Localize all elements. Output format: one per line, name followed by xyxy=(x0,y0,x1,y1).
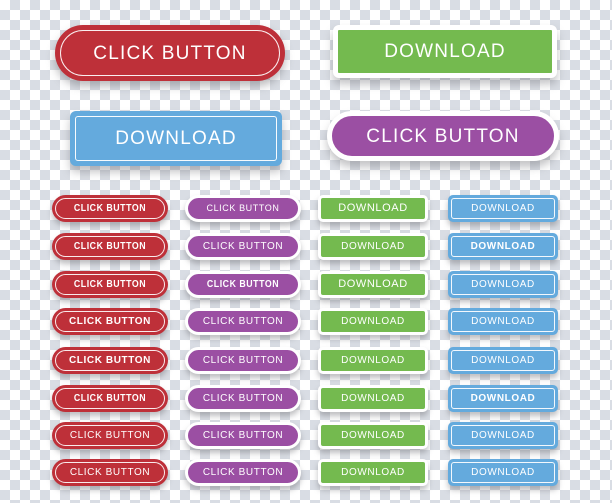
list-item[interactable]: DOWNLOAD xyxy=(448,308,558,335)
blue-cell-label-7: DOWNLOAD xyxy=(471,429,535,441)
button-set-canvas: CLICK BUTTON DOWNLOAD DOWNLOAD CLICK BUT… xyxy=(0,0,612,503)
green-cell-label-6: DOWNLOAD xyxy=(341,392,405,404)
list-item[interactable]: DOWNLOAD xyxy=(448,233,558,260)
red-cell-label-3: CLICK BUTTON xyxy=(73,278,147,290)
list-item[interactable]: CLICK BUTTON xyxy=(52,347,168,374)
red-cell-label-1: CLICK BUTTON xyxy=(73,202,147,214)
list-item[interactable]: CLICK BUTTON xyxy=(52,233,168,260)
list-item[interactable]: CLICK BUTTON xyxy=(52,308,168,335)
green-cell-label-7: DOWNLOAD xyxy=(341,429,405,441)
list-item[interactable]: CLICK BUTTON xyxy=(52,271,168,298)
purple-cell-label-3: CLICK BUTTON xyxy=(206,278,280,290)
blue-cell-label-3: DOWNLOAD xyxy=(471,278,535,290)
blue-cell-label-6: DOWNLOAD xyxy=(470,392,536,404)
hero-purple-label: CLICK BUTTON xyxy=(366,125,520,147)
hero-red-label: CLICK BUTTON xyxy=(93,42,247,64)
list-item[interactable]: CLICK BUTTON xyxy=(185,422,301,449)
hero-click-button-purple[interactable]: CLICK BUTTON xyxy=(327,111,559,161)
blue-cell-label-8: DOWNLOAD xyxy=(471,466,535,478)
red-cell-label-8: CLICK BUTTON xyxy=(69,466,151,478)
list-item[interactable]: DOWNLOAD xyxy=(318,195,428,222)
red-cell-label-2: CLICK BUTTON xyxy=(73,240,147,252)
list-item[interactable]: DOWNLOAD xyxy=(448,195,558,222)
list-item[interactable]: DOWNLOAD xyxy=(318,385,428,412)
hero-green-label: DOWNLOAD xyxy=(384,41,506,62)
list-item[interactable]: CLICK BUTTON xyxy=(52,195,168,222)
blue-cell-label-4: DOWNLOAD xyxy=(471,315,535,327)
green-cell-label-4: DOWNLOAD xyxy=(341,315,405,327)
list-item[interactable]: DOWNLOAD xyxy=(318,347,428,374)
list-item[interactable]: CLICK BUTTON xyxy=(52,385,168,412)
list-item[interactable]: CLICK BUTTON xyxy=(185,459,301,486)
purple-cell-label-4: CLICK BUTTON xyxy=(202,315,284,327)
blue-cell-label-1: DOWNLOAD xyxy=(471,202,535,214)
list-item[interactable]: CLICK BUTTON xyxy=(185,308,301,335)
green-cell-label-2: DOWNLOAD xyxy=(341,240,405,252)
purple-cell-label-2: CLICK BUTTON xyxy=(202,240,284,252)
red-cell-label-4: CLICK BUTTON xyxy=(68,315,151,327)
list-item[interactable]: CLICK BUTTON xyxy=(185,347,301,374)
list-item[interactable]: DOWNLOAD xyxy=(448,385,558,412)
list-item[interactable]: DOWNLOAD xyxy=(318,308,428,335)
list-item[interactable]: CLICK BUTTON xyxy=(185,271,301,298)
blue-cell-label-5: DOWNLOAD xyxy=(471,354,535,366)
list-item[interactable]: CLICK BUTTON xyxy=(52,459,168,486)
list-item[interactable]: DOWNLOAD xyxy=(448,271,558,298)
green-cell-label-5: DOWNLOAD xyxy=(341,354,405,366)
purple-cell-label-1: CLICK BUTTON xyxy=(206,203,280,213)
red-cell-label-7: CLICK BUTTON xyxy=(69,429,151,441)
list-item[interactable]: DOWNLOAD xyxy=(318,422,428,449)
list-item[interactable]: DOWNLOAD xyxy=(448,422,558,449)
green-cell-label-1: DOWNLOAD xyxy=(338,202,408,214)
list-item[interactable]: DOWNLOAD xyxy=(448,459,558,486)
list-item[interactable]: DOWNLOAD xyxy=(318,459,428,486)
purple-cell-label-5: CLICK BUTTON xyxy=(202,354,284,366)
hero-click-button-red[interactable]: CLICK BUTTON xyxy=(55,25,285,81)
hero-blue-label: DOWNLOAD xyxy=(115,128,237,149)
list-item[interactable]: DOWNLOAD xyxy=(318,233,428,260)
list-item[interactable]: DOWNLOAD xyxy=(448,347,558,374)
hero-download-button-green[interactable]: DOWNLOAD xyxy=(333,25,557,78)
green-cell-label-3: DOWNLOAD xyxy=(338,278,408,290)
list-item[interactable]: CLICK BUTTON xyxy=(185,195,301,222)
red-cell-label-6: CLICK BUTTON xyxy=(73,392,147,404)
list-item[interactable]: CLICK BUTTON xyxy=(52,422,168,449)
blue-cell-label-2: DOWNLOAD xyxy=(470,240,536,252)
purple-cell-label-8: CLICK BUTTON xyxy=(202,466,284,478)
purple-cell-label-6: CLICK BUTTON xyxy=(202,392,284,404)
list-item[interactable]: CLICK BUTTON xyxy=(185,233,301,260)
list-item[interactable]: CLICK BUTTON xyxy=(185,385,301,412)
red-cell-label-5: CLICK BUTTON xyxy=(68,354,151,366)
green-cell-label-8: DOWNLOAD xyxy=(341,466,405,478)
hero-download-button-blue[interactable]: DOWNLOAD xyxy=(70,111,282,166)
purple-cell-label-7: CLICK BUTTON xyxy=(202,429,284,441)
list-item[interactable]: DOWNLOAD xyxy=(318,271,428,298)
